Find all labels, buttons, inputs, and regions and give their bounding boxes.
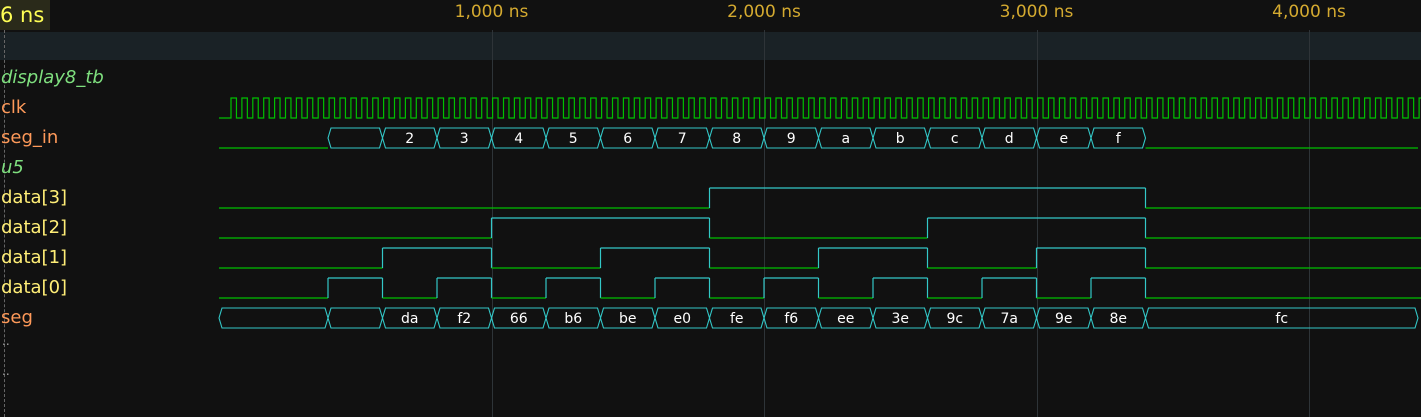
bus-value-label: da <box>401 311 418 327</box>
wave-clk[interactable] <box>219 97 1421 119</box>
bus-value-label: 8 <box>732 131 741 147</box>
bus-value-label: c <box>951 131 959 147</box>
bus-segment <box>218 307 329 329</box>
bus-value-label: f2 <box>457 311 471 327</box>
bus-value-label: d <box>1005 131 1014 147</box>
bus-value-label: 9 <box>787 131 796 147</box>
wave-data1[interactable] <box>219 247 1421 269</box>
bus-value-label: 66 <box>510 311 528 327</box>
bus-value-label: ee <box>837 311 854 327</box>
bus-value-label: 3 <box>460 131 469 147</box>
bus-value-label: fc <box>1275 311 1288 327</box>
wave-seg_in[interactable]: 2 3 4 5 6 7 8 9 a b c d e f <box>219 127 1418 149</box>
bus-value-label: 2 <box>405 131 414 147</box>
bus-value-label: b <box>896 131 905 147</box>
wave-data0[interactable] <box>219 277 1421 299</box>
bus-value-label: f6 <box>784 311 798 327</box>
bus-value-label: b6 <box>564 311 582 327</box>
bus-value-label: 9c <box>946 311 963 327</box>
bus-value-label: 4 <box>514 131 523 147</box>
bus-value-label: be <box>619 311 637 327</box>
bus-segment <box>327 127 384 149</box>
wave-data2[interactable] <box>219 217 1421 239</box>
bus-segment <box>327 307 384 329</box>
wave-data3[interactable] <box>219 187 1421 209</box>
waveform-canvas[interactable]: 2 3 4 5 6 7 8 9 a b c d e f da f2 66 b6 be e0 fe f6 ee 3e 9c 7a 9e… <box>0 0 1421 417</box>
waveform-viewer[interactable]: 6 ns 1,000 ns 2,000 ns 3,000 ns 4,000 ns di… <box>0 0 1421 417</box>
bus-value-label: 9e <box>1055 311 1073 327</box>
bus-value-label: 6 <box>623 131 632 147</box>
wave-seg[interactable]: da f2 66 b6 be e0 fe f6 ee 3e 9c 7a 9e 8e fc <box>218 307 1419 329</box>
bus-value-label: f <box>1116 131 1122 147</box>
bus-value-label: 7a <box>1001 311 1019 327</box>
bus-value-label: 5 <box>569 131 578 147</box>
bus-value-label: fe <box>730 311 744 327</box>
bus-value-label: a <box>841 131 850 147</box>
bus-value-label: 7 <box>678 131 687 147</box>
bus-value-label: 8e <box>1109 311 1127 327</box>
bus-value-label: 3e <box>891 311 909 327</box>
clk-trace <box>219 97 1421 119</box>
bus-value-label: e0 <box>673 311 691 327</box>
bus-value-label: e <box>1059 131 1068 147</box>
